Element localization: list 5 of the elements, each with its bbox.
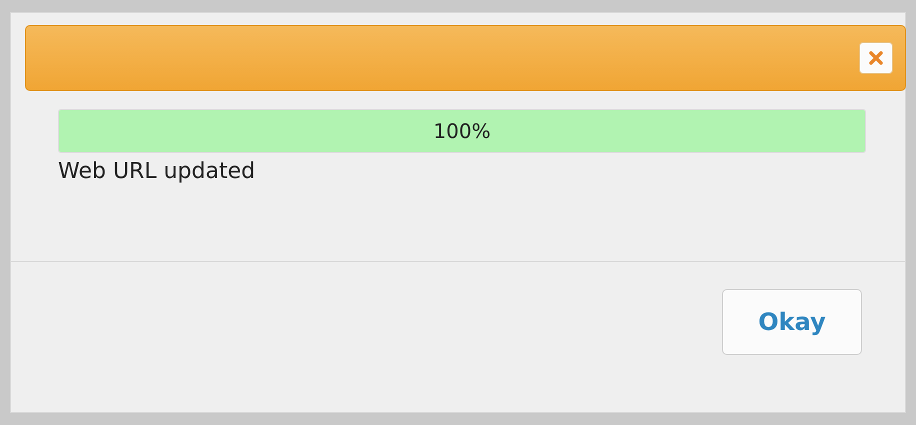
status-message: Web URL updated (58, 159, 256, 184)
progress-reading: 100% (432, 118, 492, 145)
close-icon (869, 51, 883, 65)
close-button[interactable] (859, 42, 893, 74)
okay-button[interactable]: Okay (722, 289, 862, 355)
